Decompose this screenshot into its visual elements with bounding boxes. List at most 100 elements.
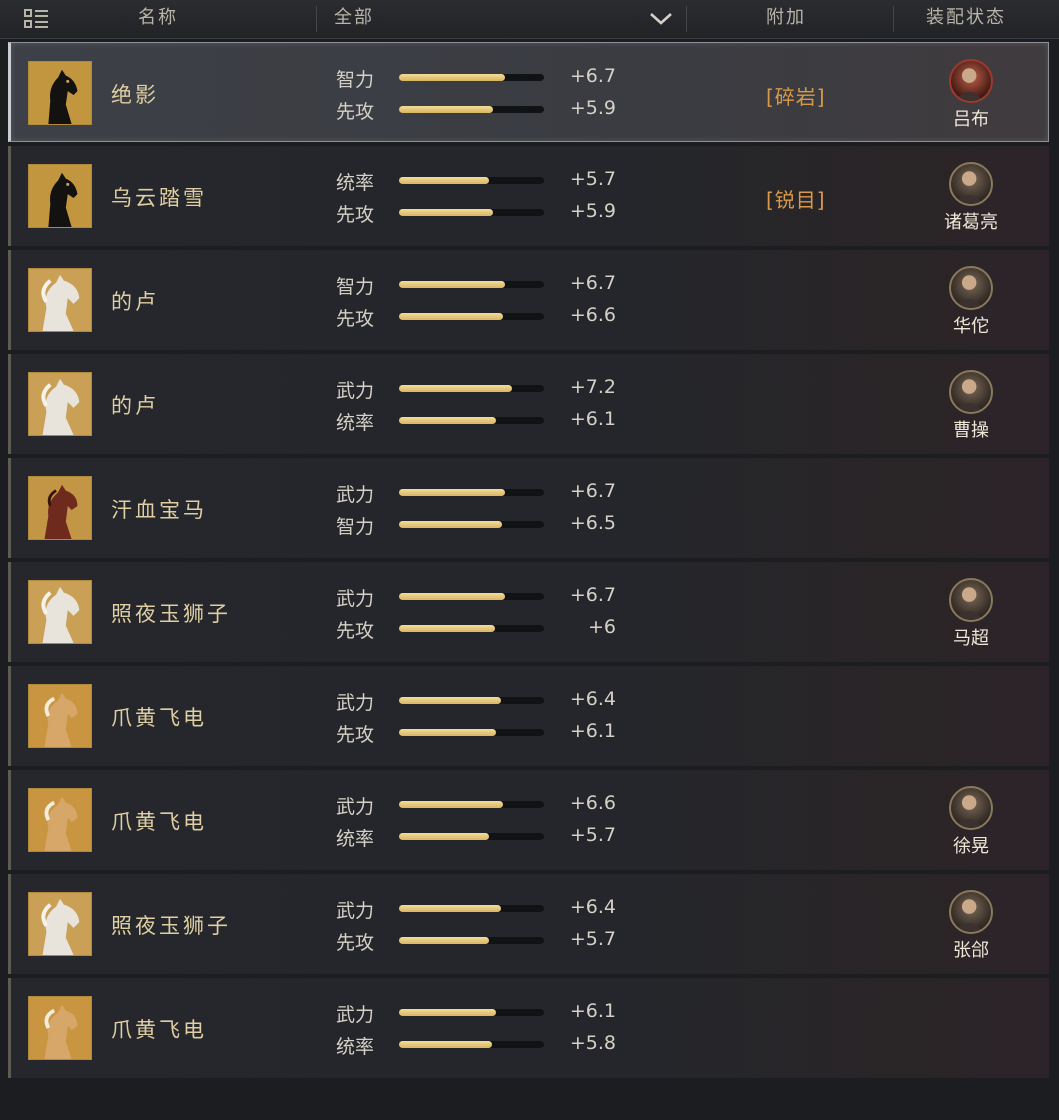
stat-label: 统率 — [336, 172, 375, 194]
stat-value: +6.5 — [569, 512, 616, 534]
stat-value: +6.7 — [569, 480, 616, 502]
yellow-horse-icon — [28, 788, 92, 852]
stat-label: 智力 — [336, 276, 375, 298]
general-avatar[interactable] — [949, 266, 993, 310]
general-avatar[interactable] — [949, 59, 993, 103]
stat-value: +6.1 — [569, 720, 616, 742]
stat-bar — [399, 937, 544, 944]
stat-bar-fill — [399, 313, 504, 320]
mount-row[interactable]: 汗血宝马 武力 +6.7 智力 +6.5 — [8, 458, 1049, 558]
general-avatar[interactable] — [949, 578, 993, 622]
stat-bar-fill — [399, 385, 513, 392]
stat-bar — [399, 521, 544, 528]
filter-dropdown-value[interactable]: 全部 — [334, 0, 374, 38]
mount-name: 爪黄飞电 — [111, 706, 207, 730]
stat-value: +5.7 — [569, 824, 616, 846]
stat-bar-fill — [399, 417, 497, 424]
bonus-skill: [碎岩] — [766, 85, 826, 109]
stat-line: 先攻 +6.1 — [336, 720, 626, 746]
column-header-name[interactable]: 名称 — [138, 0, 178, 38]
stat-line: 智力 +6.5 — [336, 512, 626, 538]
stat-line: 智力 +6.7 — [336, 272, 626, 298]
stat-line: 先攻 +5.9 — [336, 97, 626, 123]
mount-row[interactable]: 的卢 武力 +7.2 统率 +6.1 曹操 — [8, 354, 1049, 454]
stat-bar-fill — [399, 1009, 497, 1016]
mount-name: 的卢 — [111, 394, 159, 418]
stat-bar — [399, 281, 544, 288]
column-header-status: 装配状态 — [926, 7, 1006, 28]
stat-bar — [399, 417, 544, 424]
stat-line: 武力 +7.2 — [336, 376, 626, 402]
mount-row[interactable]: 照夜玉狮子 武力 +6.4 先攻 +5.7 张郃 — [8, 874, 1049, 974]
stat-bar — [399, 833, 544, 840]
stat-value: +5.9 — [569, 200, 616, 222]
stat-bar-fill — [399, 106, 494, 113]
stat-label: 智力 — [336, 516, 375, 538]
equipped-general-name: 诸葛亮 — [944, 212, 998, 233]
stat-line: 先攻 +6.6 — [336, 304, 626, 330]
stat-line: 武力 +6.4 — [336, 688, 626, 714]
stat-bar — [399, 313, 544, 320]
stat-bar — [399, 209, 544, 216]
stat-label: 武力 — [336, 1004, 375, 1026]
mount-row[interactable]: 绝影 智力 +6.7 先攻 +5.9 [碎岩] 吕布 — [8, 42, 1049, 142]
stat-label: 统率 — [336, 828, 375, 850]
mount-row[interactable]: 爪黄飞电 武力 +6.4 先攻 +6.1 — [8, 666, 1049, 766]
stat-line: 武力 +6.1 — [336, 1000, 626, 1026]
yellow-horse-icon — [28, 684, 92, 748]
stat-line: 统率 +5.7 — [336, 168, 626, 194]
general-avatar[interactable] — [949, 370, 993, 414]
bonus-skill: [锐目] — [766, 188, 826, 212]
stat-value: +6.4 — [569, 688, 616, 710]
mount-row[interactable]: 乌云踏雪 统率 +5.7 先攻 +5.9 [锐目] 诸葛亮 — [8, 146, 1049, 246]
stat-value: +6.6 — [569, 792, 616, 814]
stat-value: +6.1 — [569, 1000, 616, 1022]
stat-value: +6.4 — [569, 896, 616, 918]
stat-bar — [399, 1009, 544, 1016]
list-view-icon[interactable] — [24, 8, 48, 30]
stat-bar — [399, 593, 544, 600]
stat-label: 智力 — [336, 69, 375, 91]
stat-bar-fill — [399, 489, 505, 496]
list-header: 名称 全部 附加 装配状态 — [0, 0, 1059, 39]
white-horse-icon — [28, 892, 92, 956]
stat-label: 先攻 — [336, 620, 375, 642]
mount-name: 爪黄飞电 — [111, 810, 207, 834]
stat-line: 统率 +5.8 — [336, 1032, 626, 1058]
chevron-down-icon[interactable] — [648, 10, 674, 28]
mount-row[interactable]: 的卢 智力 +6.7 先攻 +6.6 华佗 — [8, 250, 1049, 350]
mount-row[interactable]: 爪黄飞电 武力 +6.6 统率 +5.7 徐晃 — [8, 770, 1049, 870]
equipped-general-name: 张郃 — [953, 940, 989, 961]
equipped-general-name: 吕布 — [953, 109, 989, 130]
stat-line: 统率 +5.7 — [336, 824, 626, 850]
general-avatar[interactable] — [949, 890, 993, 934]
stat-bar — [399, 74, 544, 81]
stat-line: 先攻 +5.9 — [336, 200, 626, 226]
stat-value: +6.1 — [569, 408, 616, 430]
stat-bar-fill — [399, 74, 505, 81]
header-divider — [686, 6, 687, 32]
stat-bar-fill — [399, 905, 501, 912]
stat-value: +6.6 — [569, 304, 616, 326]
stat-bar-fill — [399, 729, 497, 736]
mount-name: 照夜玉狮子 — [111, 602, 231, 626]
stat-bar — [399, 801, 544, 808]
general-avatar[interactable] — [949, 162, 993, 206]
stat-bar-fill — [399, 1041, 492, 1048]
stat-label: 先攻 — [336, 724, 375, 746]
mount-name: 照夜玉狮子 — [111, 914, 231, 938]
stat-bar — [399, 1041, 544, 1048]
stat-bar-fill — [399, 593, 505, 600]
equipped-general-name: 徐晃 — [953, 836, 989, 857]
stat-bar-fill — [399, 833, 489, 840]
stat-line: 先攻 +6 — [336, 616, 626, 642]
mount-name: 的卢 — [111, 290, 159, 314]
stat-label: 统率 — [336, 412, 375, 434]
stat-bar-fill — [399, 281, 505, 288]
mount-row[interactable]: 照夜玉狮子 武力 +6.7 先攻 +6 马超 — [8, 562, 1049, 662]
stat-line: 武力 +6.7 — [336, 480, 626, 506]
mount-row[interactable]: 爪黄飞电 武力 +6.1 统率 +5.8 — [8, 978, 1049, 1078]
stat-line: 智力 +6.7 — [336, 65, 626, 91]
general-avatar[interactable] — [949, 786, 993, 830]
stat-bar-fill — [399, 625, 495, 632]
